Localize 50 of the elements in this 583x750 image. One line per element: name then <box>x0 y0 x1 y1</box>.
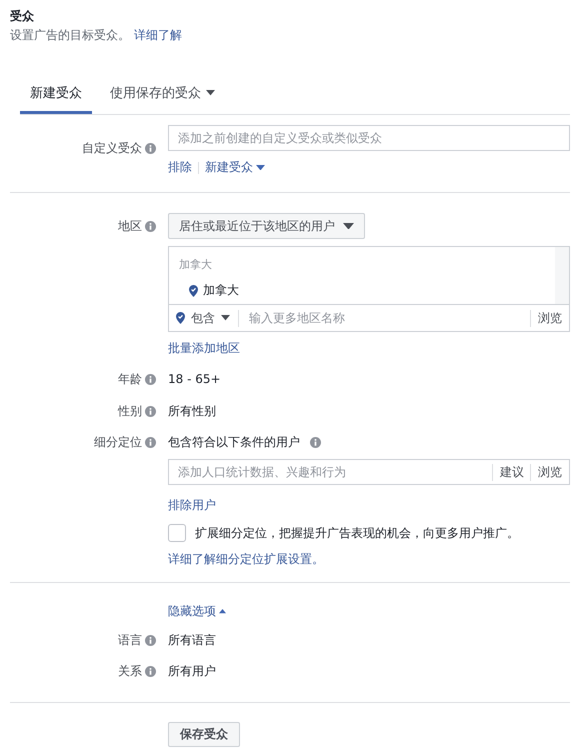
expansion-learn-link[interactable]: 详细了解细分定位扩展设置。 <box>168 551 324 568</box>
section-title: 受众 <box>10 8 35 25</box>
audience-link[interactable]: 新建受众 <box>205 159 265 176</box>
location-pin-icon <box>176 312 185 324</box>
detailed-targeting-field[interactable]: 添加人口统计数据、兴趣和行为 建议 浏览 <box>168 459 570 485</box>
field-value: 18 - 65+ <box>168 371 222 387</box>
info-icon[interactable] <box>145 635 156 646</box>
location-item: 加拿大 <box>203 282 239 299</box>
field-label: 性别 <box>118 403 142 420</box>
field-label: 地区 <box>118 218 142 234</box>
info-icon[interactable] <box>145 666 156 677</box>
info-icon[interactable] <box>145 142 156 154</box>
checkbox[interactable] <box>168 524 186 542</box>
browse-button[interactable]: 浏览 <box>530 310 562 326</box>
caret-icon <box>256 164 265 170</box>
learn-more-link[interactable]: 详细了解 <box>134 27 182 44</box>
info-icon[interactable] <box>145 220 156 232</box>
hide-options-link[interactable]: 隐藏选项 <box>168 603 570 620</box>
exclude-users-link[interactable]: 排除用户 <box>168 497 216 514</box>
field-label: 年龄 <box>118 371 142 388</box>
bulk-add-link[interactable]: 批量添加地区 <box>168 340 240 357</box>
targeting-action-button[interactable]: 浏览 <box>530 464 562 480</box>
caret-icon <box>219 609 226 614</box>
field-value: 所有性别 <box>168 403 217 419</box>
tab[interactable]: 新建受众 <box>20 76 92 114</box>
location-pin-icon <box>189 284 198 296</box>
caret-icon <box>221 315 230 321</box>
field-label: 自定义受众 <box>82 140 142 156</box>
checkbox-label: 扩展细分定位，把握提升广告表现的机会，向更多用户推广。 <box>195 524 519 542</box>
field-label: 关系 <box>118 663 142 680</box>
save-audience-button[interactable]: 保存受众 <box>168 722 240 747</box>
info-icon[interactable] <box>145 437 156 448</box>
caret-icon <box>206 90 215 96</box>
field-label: 细分定位 <box>94 434 142 451</box>
field-value: 所有语言 <box>168 632 217 648</box>
targeting-intro: 包含符合以下条件的用户 <box>168 434 300 451</box>
field-label: 语言 <box>118 632 142 649</box>
location-group-heading: 加拿大 <box>179 257 213 272</box>
location-type-dropdown[interactable]: 居住或最近位于该地区的用户 <box>168 213 365 239</box>
custom-audience-field[interactable]: 添加之前创建的自定义受众或类似受众 <box>168 125 570 151</box>
caret-icon <box>343 222 354 230</box>
targeting-action-button[interactable]: 建议 <box>492 464 524 480</box>
include-dropdown[interactable]: 包含 <box>176 310 239 326</box>
tab[interactable]: 使用保存的受众 <box>100 76 225 114</box>
info-icon[interactable] <box>310 437 321 448</box>
info-icon[interactable] <box>145 406 156 417</box>
audience-link[interactable]: 排除 <box>168 159 192 176</box>
section-description: 设置广告的目标受众。 <box>10 27 130 44</box>
field-value: 所有用户 <box>168 663 217 679</box>
info-icon[interactable] <box>145 374 156 385</box>
